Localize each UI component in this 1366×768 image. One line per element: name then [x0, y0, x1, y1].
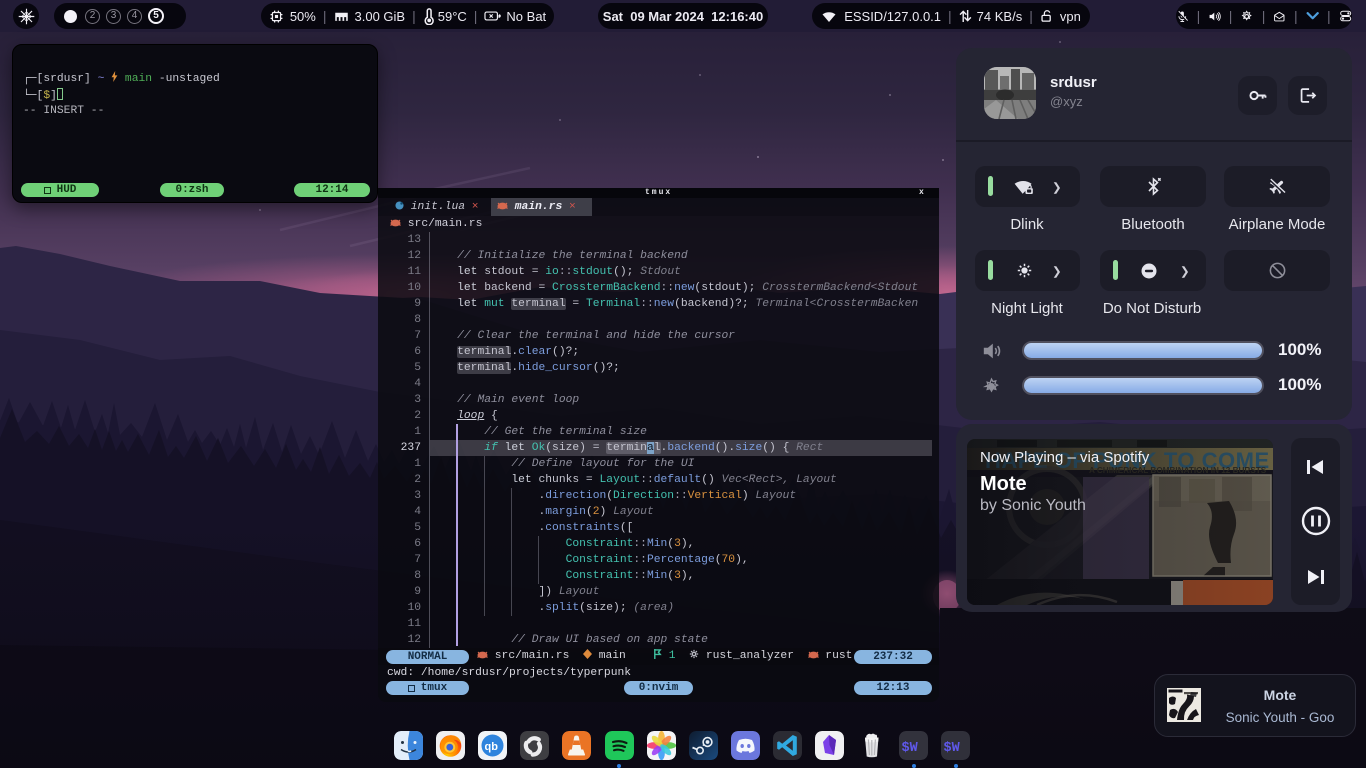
svg-text:$W: $W: [902, 741, 919, 756]
svg-text:$W: $W: [944, 741, 961, 756]
svg-text:qb: qb: [485, 741, 499, 753]
